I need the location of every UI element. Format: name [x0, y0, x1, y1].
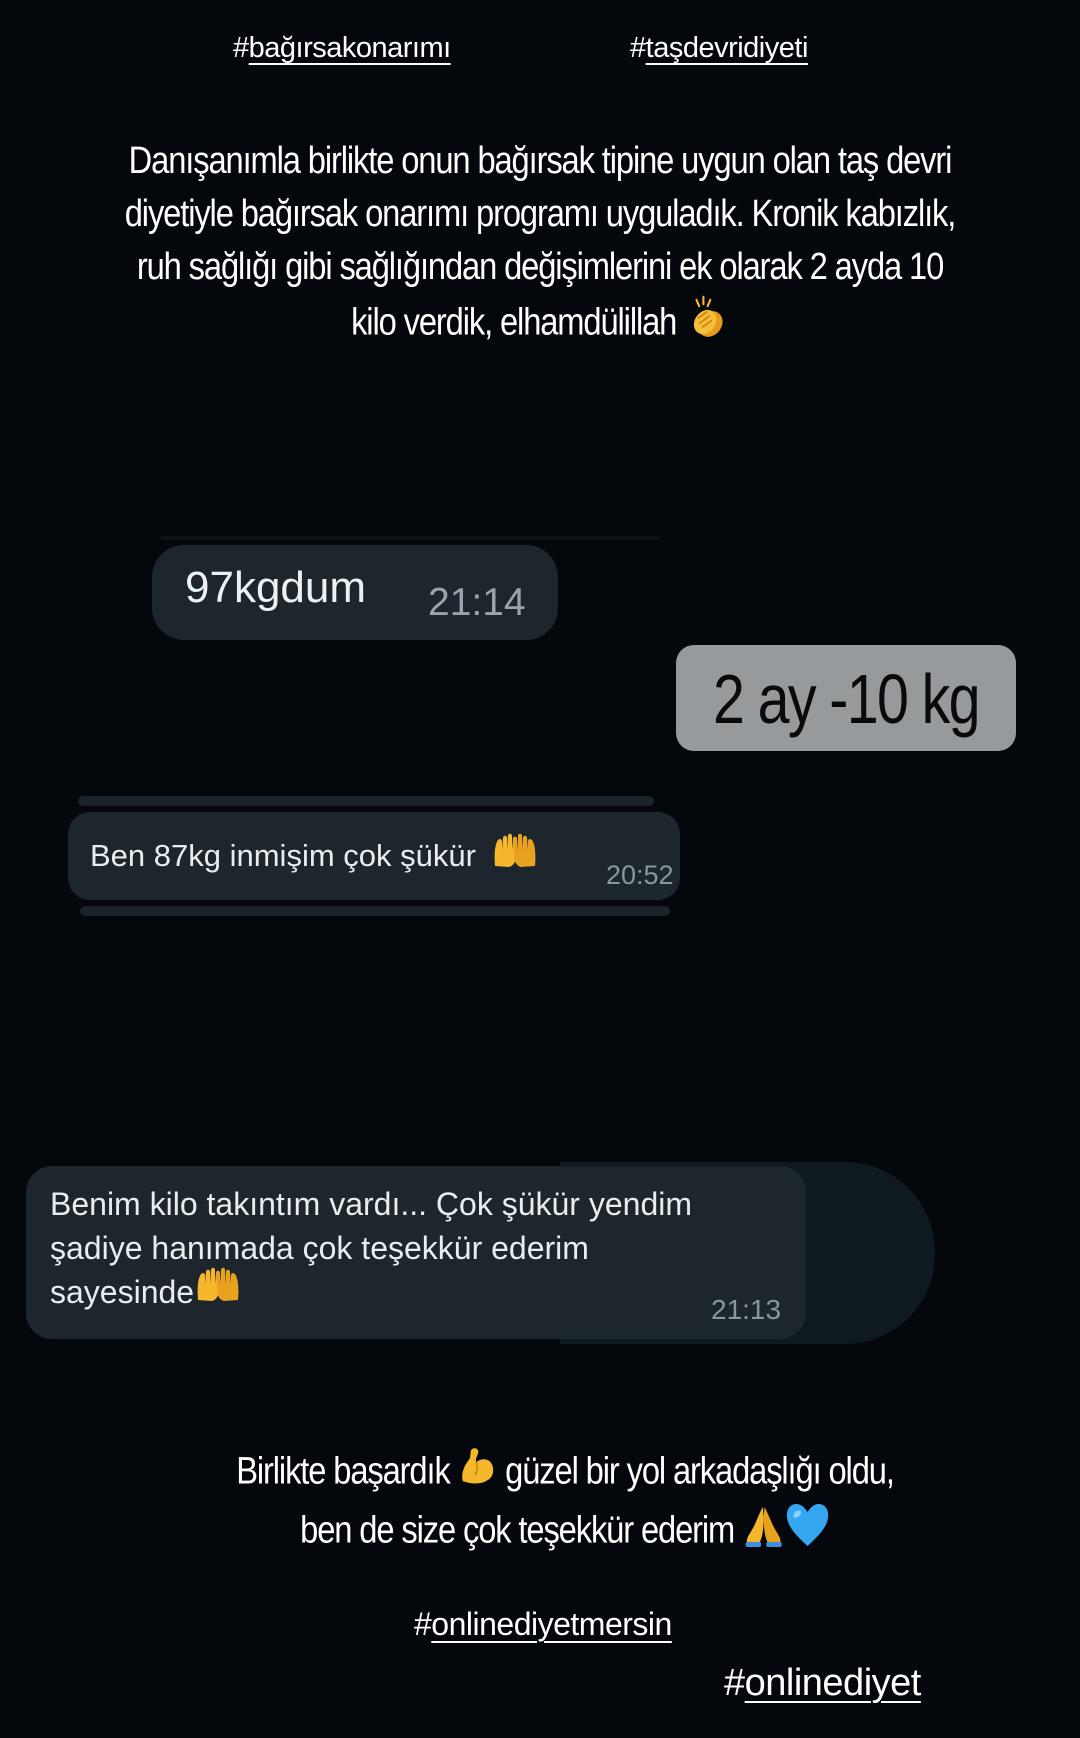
hashtag-text: taşdevridiyeti	[645, 32, 809, 64]
caption-line: ruh sağlığı gibi sağlığından değişimleri…	[136, 246, 944, 288]
hashtag-text: onlinediyetmersin	[431, 1606, 672, 1642]
caption-line: Danışanımla birlikte onun bağırsak tipin…	[128, 140, 953, 182]
message-time: 21:14	[428, 581, 526, 624]
blue-heart-icon	[785, 1502, 830, 1563]
closing-line: Birlikte başardık güzel bir yol arkadaşl…	[79, 1445, 1051, 1502]
chat-bubble-thanks: Benim kilo takıntım vardı... Çok şükür y…	[26, 1166, 806, 1339]
hashtag-symbol: #	[414, 1606, 432, 1642]
caption-line: diyetiyle bağırsak onarımı programı uygu…	[124, 193, 957, 235]
weight-loss-sticker: 2 ay -10 kg	[676, 645, 1016, 751]
bubble-edge	[160, 536, 660, 540]
hashtag-text: onlinediyet	[744, 1662, 922, 1704]
message-text: Benim kilo takıntım vardı... Çok şükür y…	[50, 1182, 692, 1315]
closing-line: ben de size çok teşekkür ederim	[79, 1502, 1051, 1563]
message-text: 97kgdum	[185, 563, 367, 612]
folded-hands-icon	[742, 1503, 785, 1562]
clapping-hands-icon	[684, 294, 729, 355]
hashtag-symbol: #	[630, 32, 646, 64]
palms-up-icon	[491, 832, 539, 878]
hashtag-bagirsakonarimi[interactable]: #bağırsakonarımı	[233, 32, 451, 65]
caption-line: kilo verdik, elhamdülillah	[76, 294, 1005, 355]
message-text: Ben 87kg inmişim çok şükür	[90, 833, 539, 878]
hashtag-onlinediyetmersin[interactable]: #onlinediyetmersin	[414, 1606, 672, 1643]
closing-caption: Birlikte başardık güzel bir yol arkadaşl…	[79, 1445, 1051, 1563]
bubble-edge	[80, 906, 670, 916]
hashtag-onlinediyet[interactable]: #onlinediyet	[724, 1662, 921, 1705]
hashtag-tasdevridiyeti[interactable]: #taşdevridiyeti	[630, 32, 808, 65]
sticker-text: 2 ay -10 kg	[713, 660, 981, 738]
hashtag-symbol: #	[233, 32, 249, 64]
message-time: 21:13	[711, 1294, 782, 1325]
chat-bubble-87kg: Ben 87kg inmişim çok şükür 20:52	[68, 812, 680, 900]
hashtag-text: bağırsakonarımı	[248, 32, 452, 64]
palms-up-icon	[194, 1266, 242, 1315]
story-caption: Danışanımla birlikte onun bağırsak tipin…	[76, 135, 1005, 355]
message-time: 20:52	[606, 860, 674, 890]
hashtag-symbol: #	[724, 1662, 745, 1704]
chat-bubble-97kg: 97kgdum 21:14	[152, 545, 558, 640]
flexed-biceps-icon	[458, 1445, 498, 1502]
bubble-edge	[78, 796, 654, 806]
